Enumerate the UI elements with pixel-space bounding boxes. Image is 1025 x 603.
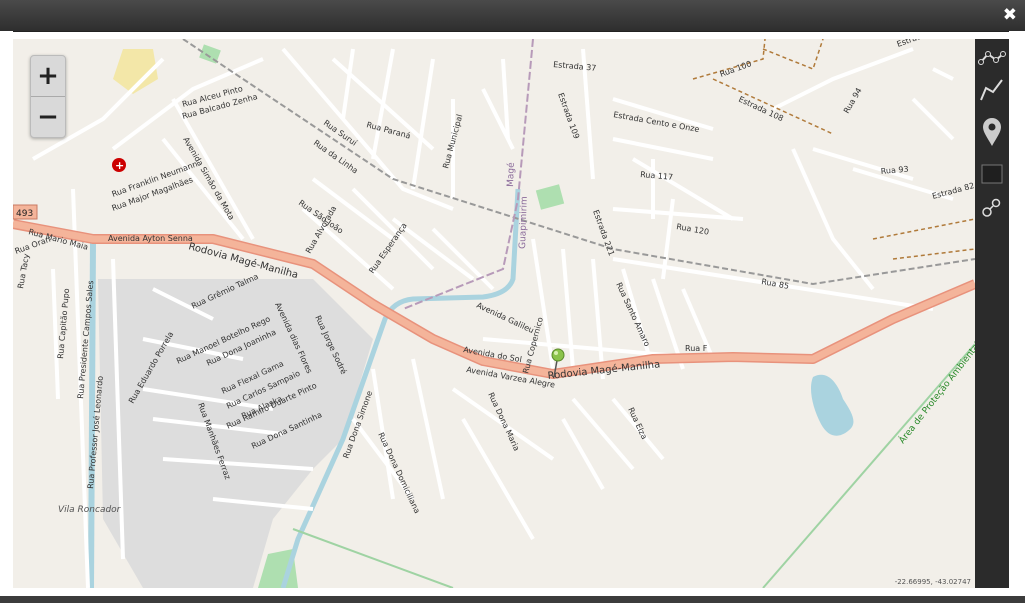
park-area-2 bbox=[535, 184, 565, 210]
label-rua-capitao-pupo: Rua Capitão Pupo bbox=[56, 288, 71, 359]
label-rua-dona-maria: Rua Dona Maria bbox=[486, 391, 521, 452]
label-estrada-125: Estrada 125 bbox=[896, 39, 945, 49]
label-rua-oran: Rua Oran bbox=[14, 235, 52, 256]
map-view[interactable]: 493 + Rodovia Magé-Manilha Rodovia Magé-… bbox=[13, 39, 975, 588]
zoom-in-button[interactable]: + bbox=[31, 56, 65, 97]
label-rua-94: Rua 94 bbox=[842, 86, 864, 115]
label-rua-120: Rua 120 bbox=[676, 222, 710, 237]
polyline-tool-icon[interactable] bbox=[977, 43, 1007, 73]
left-margin bbox=[0, 31, 13, 596]
label-vila-roncador: Vila Roncador bbox=[58, 505, 122, 515]
zoom-out-button[interactable]: − bbox=[31, 97, 65, 137]
label-estrada-109: Estrada 109 bbox=[556, 92, 581, 141]
coordinate-readout: -22.66995, -43.02747 bbox=[894, 578, 971, 586]
zoom-control: + − bbox=[30, 55, 66, 138]
label-estrada-37: Estrada 37 bbox=[553, 60, 597, 73]
drawing-toolbar bbox=[975, 39, 1009, 588]
green-line bbox=[292, 528, 454, 588]
bottom-bar bbox=[0, 596, 1025, 603]
right-margin bbox=[1009, 31, 1025, 596]
label-avenida-galileu: Avenida Galileu bbox=[475, 301, 535, 335]
label-rua-santo-amaro: Rua Santo Amaro bbox=[614, 281, 652, 348]
label-rua-f: Rua F bbox=[685, 344, 708, 353]
lake bbox=[810, 374, 854, 436]
industrial-area bbox=[98, 279, 373, 588]
map-canvas[interactable]: 493 + Rodovia Magé-Manilha Rodovia Magé-… bbox=[13, 39, 975, 588]
label-rua-tacy: Rua Tacy bbox=[16, 253, 31, 290]
close-button[interactable]: ✖ bbox=[1003, 6, 1017, 24]
label-estrada-221: Estrada 221 bbox=[591, 209, 616, 258]
label-guapimirim: Guapimirim bbox=[518, 196, 530, 249]
label-rua-93: Rua 93 bbox=[880, 165, 909, 176]
waypoints-tool-icon[interactable] bbox=[977, 193, 1007, 223]
path-tool-icon[interactable] bbox=[977, 75, 1007, 105]
marker-tool-icon[interactable] bbox=[977, 117, 1007, 147]
label-rua-esperanca: Rua Esperança bbox=[367, 221, 409, 275]
dialog-titlebar: ✖ bbox=[0, 0, 1025, 32]
label-area-protecao: Área de Proteção Ambiental bbox=[896, 339, 975, 446]
label-rua-dona-domiciliana: Rua Dona Domiciliana bbox=[376, 431, 422, 515]
park-area bbox=[199, 44, 221, 64]
label-rua-100: Rua 100 bbox=[719, 59, 753, 79]
route-number: 493 bbox=[16, 209, 33, 219]
rectangle-tool-icon[interactable] bbox=[977, 159, 1007, 189]
label-rua-117: Rua 117 bbox=[640, 170, 674, 182]
label-rua-elza: Rua Elza bbox=[626, 406, 649, 441]
label-ayton-senna: Avenida Ayton Senna bbox=[108, 234, 193, 243]
hospital-cross: + bbox=[115, 159, 124, 172]
label-mage: Magé bbox=[505, 162, 517, 187]
